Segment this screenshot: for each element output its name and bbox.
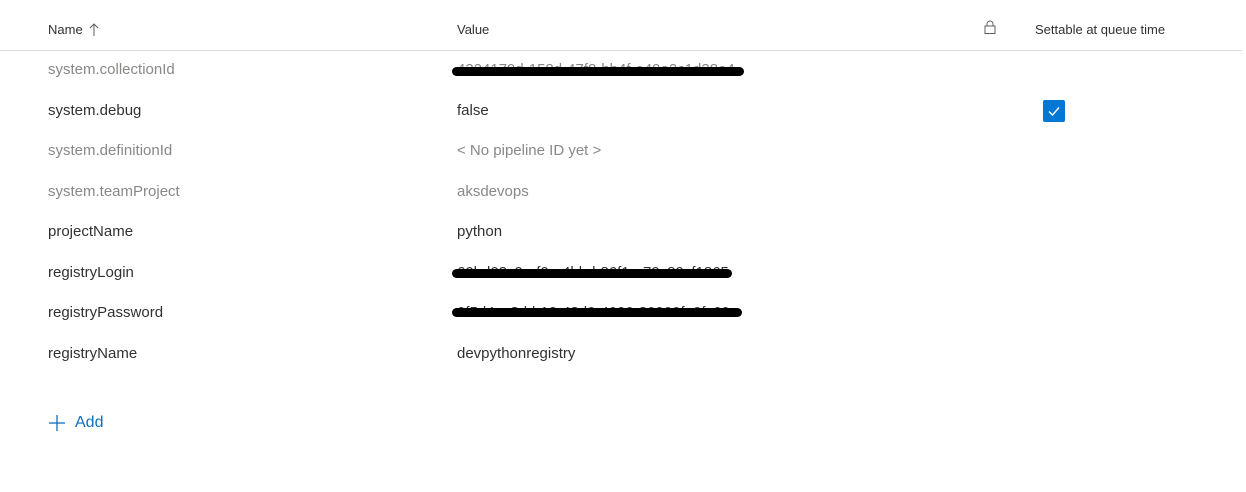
settable-checkbox[interactable] bbox=[1043, 99, 1065, 122]
add-label: Add bbox=[75, 414, 104, 431]
column-header-secret[interactable] bbox=[984, 20, 996, 34]
variable-value: < No pipeline ID yet > bbox=[457, 142, 602, 159]
table-row[interactable]: system.collectionId 4324179d-158d-47f8-b… bbox=[0, 51, 1246, 92]
redaction-mark bbox=[452, 268, 732, 278]
column-header-value[interactable]: Value bbox=[457, 22, 489, 37]
table-row[interactable]: registryName devpythonregistry bbox=[0, 335, 1246, 376]
table-header: Name Value Settable at queue time bbox=[0, 0, 1242, 51]
lock-icon bbox=[984, 20, 996, 34]
table-row[interactable]: system.debug false bbox=[0, 92, 1246, 133]
variable-name: system.teamProject bbox=[48, 182, 180, 200]
column-value-label: Value bbox=[457, 22, 490, 37]
arrow-up-icon bbox=[89, 22, 99, 36]
table-row[interactable]: registryLogin 60bd03c9-af0e-4bbd-86f1-a7… bbox=[0, 254, 1246, 295]
variable-name: system.definitionId bbox=[48, 142, 173, 159]
variables-table: system.collectionId 4324179d-158d-47f8-b… bbox=[0, 51, 1246, 375]
table-row[interactable]: system.definitionId < No pipeline ID yet… bbox=[0, 132, 1246, 173]
redaction-mark bbox=[452, 308, 742, 317]
column-header-name[interactable]: Name bbox=[48, 22, 99, 37]
variable-name: registryPassword bbox=[48, 304, 164, 321]
checkmark-icon bbox=[1048, 106, 1060, 116]
variable-value: python bbox=[457, 223, 503, 240]
table-row[interactable]: projectName python bbox=[0, 213, 1246, 254]
table-row[interactable]: system.teamProject aksdevops bbox=[0, 173, 1246, 214]
variable-name: projectName bbox=[48, 223, 134, 240]
variable-name: registryLogin bbox=[48, 263, 134, 281]
column-header-settable[interactable]: Settable at queue time bbox=[1035, 22, 1165, 37]
plus-icon bbox=[49, 415, 65, 431]
variable-value: false bbox=[457, 101, 489, 119]
add-variable-button[interactable]: Add bbox=[48, 414, 103, 432]
variable-value: aksdevops bbox=[457, 182, 529, 200]
column-name-label: Name bbox=[48, 22, 83, 37]
variable-value: devpythonregistry bbox=[457, 344, 576, 362]
variable-name: registryName bbox=[48, 344, 138, 362]
table-row[interactable]: registryPassword 0f5d4ce3-bb19-43d0-4090… bbox=[0, 294, 1246, 335]
column-settable-label: Settable at queue time bbox=[1035, 22, 1166, 37]
variable-name: system.collectionId bbox=[48, 61, 175, 78]
variables-page: Name Value Settable at queue time system… bbox=[0, 0, 1246, 492]
variable-name: system.debug bbox=[48, 101, 142, 119]
redaction-mark bbox=[452, 67, 744, 76]
